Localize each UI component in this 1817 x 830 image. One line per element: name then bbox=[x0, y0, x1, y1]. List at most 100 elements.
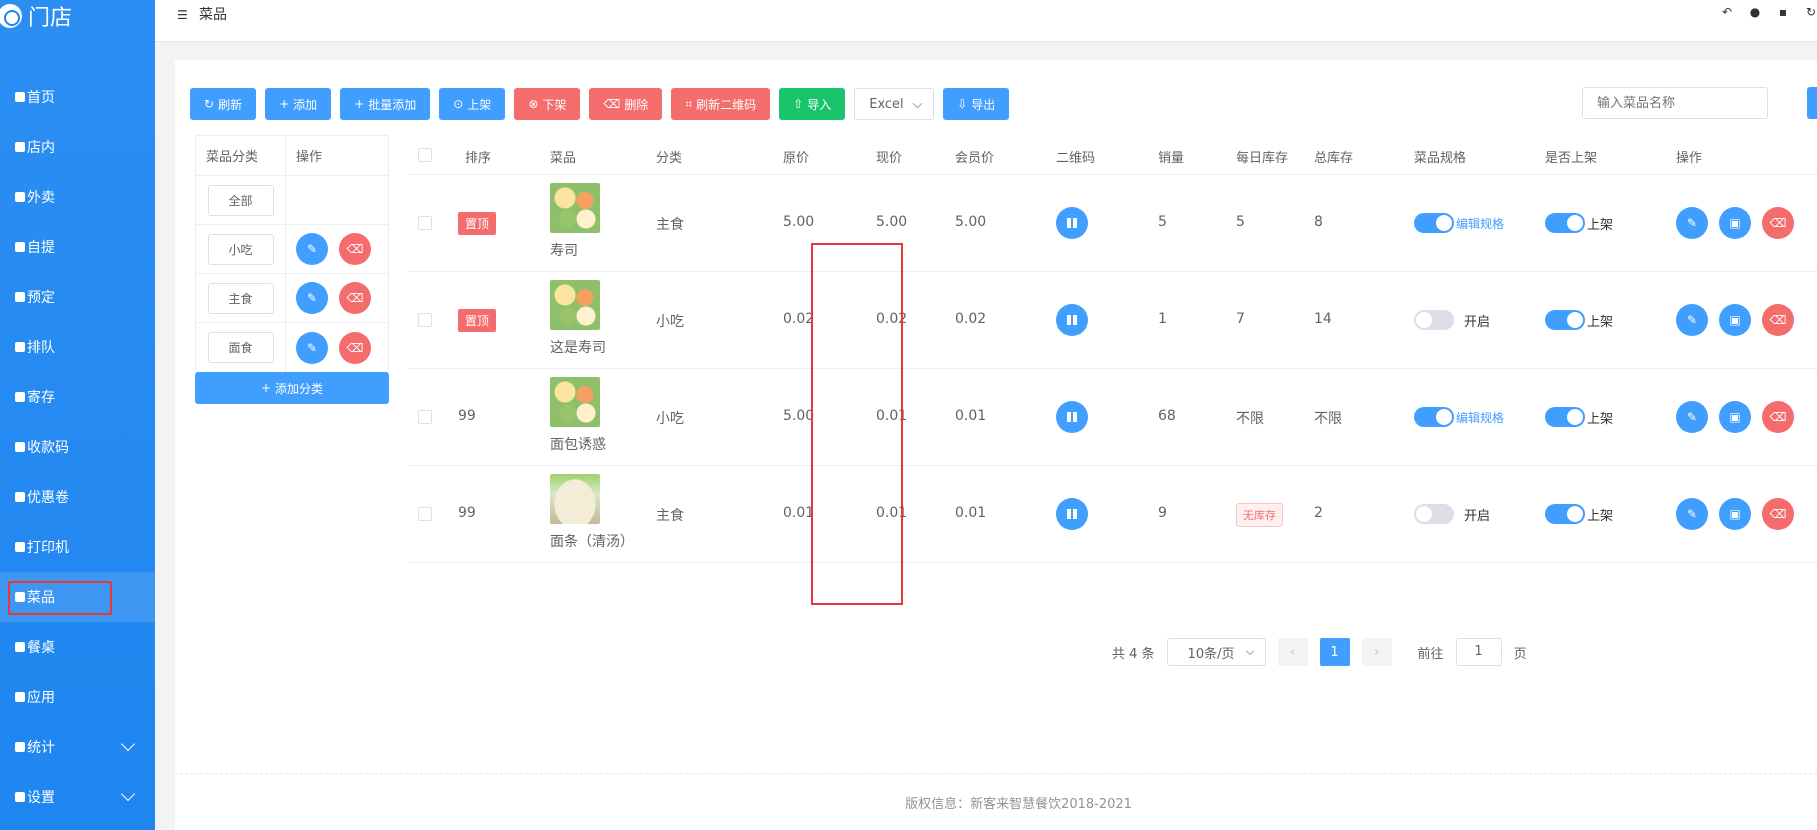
page-number-current[interactable]: 1 bbox=[1319, 638, 1350, 666]
qrcode-button[interactable] bbox=[1056, 498, 1088, 530]
shelf-label: 上架 bbox=[1587, 217, 1614, 233]
save-dish-button[interactable]: ▣ bbox=[1719, 401, 1751, 433]
category-button[interactable]: 面食 bbox=[207, 332, 274, 363]
delete-dish-button[interactable]: ⌫ bbox=[1762, 498, 1794, 530]
qrcode-icon bbox=[1067, 315, 1077, 325]
sidebar-item-6[interactable]: 寄存 bbox=[0, 372, 155, 422]
edit-category-button[interactable]: ✎ bbox=[296, 331, 328, 364]
edit-dish-button[interactable]: ✎ bbox=[1676, 304, 1708, 336]
category-button[interactable]: 主食 bbox=[207, 282, 274, 314]
import-button[interactable]: ⇧ 导入 bbox=[779, 88, 846, 120]
spec-label[interactable]: 编辑规格 bbox=[1456, 409, 1504, 426]
sidebar-item-13[interactable]: 统计 bbox=[0, 722, 155, 772]
sidebar-item-9[interactable]: 打印机 bbox=[0, 522, 155, 572]
qrcode-button[interactable] bbox=[1056, 207, 1088, 239]
total-stock: 14 bbox=[1314, 311, 1332, 327]
spec-toggle[interactable] bbox=[1414, 213, 1454, 233]
delete-dish-button[interactable]: ⌫ bbox=[1762, 304, 1794, 336]
spec-toggle[interactable] bbox=[1414, 407, 1454, 427]
shelf-toggle[interactable] bbox=[1545, 407, 1585, 427]
sidebar-item-11[interactable]: 餐桌 bbox=[0, 622, 155, 672]
save-icon: ▣ bbox=[1729, 216, 1741, 230]
edit-category-button[interactable]: ✎ bbox=[296, 233, 328, 265]
sidebar-item-3[interactable]: 自提 bbox=[0, 222, 155, 272]
qrcode-button[interactable] bbox=[1056, 304, 1088, 336]
delete-dish-button[interactable]: ⌫ bbox=[1762, 207, 1794, 239]
row-actions: ✎ ▣ ⌫ bbox=[1676, 498, 1794, 530]
sidebar-item-7[interactable]: 收款码 bbox=[0, 422, 155, 472]
select-all-checkbox[interactable] bbox=[418, 148, 432, 162]
shelf-toggle[interactable] bbox=[1545, 504, 1585, 524]
pin-top-tag[interactable]: 置顶 bbox=[458, 212, 497, 235]
storage-icon bbox=[15, 392, 25, 402]
sidebar-item-5[interactable]: 排队 bbox=[0, 322, 155, 372]
category-header-ops: 操作 bbox=[296, 150, 323, 165]
row-checkbox[interactable] bbox=[418, 313, 432, 327]
delete-category-button[interactable]: ⌫ bbox=[339, 233, 371, 265]
edit-category-button[interactable]: ✎ bbox=[296, 282, 328, 314]
delete-category-button[interactable]: ⌫ bbox=[339, 282, 371, 314]
sidebar-item-0[interactable]: 首页 bbox=[0, 72, 155, 122]
prev-page-button[interactable]: ‹ bbox=[1277, 638, 1308, 666]
add-button[interactable]: + 添加 bbox=[265, 88, 332, 120]
member-price: 0.02 bbox=[955, 311, 987, 327]
row-checkbox[interactable] bbox=[418, 507, 432, 521]
sidebar-item-2[interactable]: 外卖 bbox=[0, 172, 155, 222]
pin-top-tag[interactable]: 置顶 bbox=[458, 309, 497, 332]
category-button[interactable]: 全部 bbox=[207, 184, 274, 216]
on-shelf-button[interactable]: ⊙ 上架 bbox=[439, 88, 506, 120]
refresh-button[interactable]: ↻ 刷新 bbox=[190, 88, 257, 120]
back-icon[interactable]: ↶ bbox=[1721, 6, 1733, 18]
sidebar-item-12[interactable]: 应用 bbox=[0, 672, 155, 722]
page-suffix: 页 bbox=[1513, 646, 1527, 662]
delete-dish-button[interactable]: ⌫ bbox=[1762, 401, 1794, 433]
sidebar-item-10[interactable]: 菜品 bbox=[0, 572, 155, 622]
next-page-button[interactable]: › bbox=[1361, 638, 1392, 666]
format-select[interactable]: Excel bbox=[854, 88, 935, 120]
batch-add-button[interactable]: + 批量添加 bbox=[340, 88, 431, 120]
refresh-icon: ↻ bbox=[204, 97, 215, 111]
export-label: 导出 bbox=[971, 97, 996, 112]
shelf-label: 上架 bbox=[1587, 411, 1614, 427]
spec-label[interactable]: 编辑规格 bbox=[1456, 215, 1504, 232]
save-dish-button[interactable]: ▣ bbox=[1719, 207, 1751, 239]
add-category-button[interactable]: + 添加分类 bbox=[195, 372, 389, 404]
delete-button[interactable]: ⌫ 删除 bbox=[589, 88, 663, 120]
grid-icon[interactable]: ▪ bbox=[1777, 6, 1789, 18]
menu-toggle-icon[interactable]: ☰ bbox=[177, 8, 188, 22]
spec-toggle[interactable] bbox=[1414, 310, 1454, 330]
row-checkbox[interactable] bbox=[418, 216, 432, 230]
sidebar-item-4[interactable]: 预定 bbox=[0, 272, 155, 322]
category-button[interactable]: 小吃 bbox=[207, 233, 274, 265]
category-ops-cell: ✎ ⌫ bbox=[286, 225, 371, 273]
plus-icon: + bbox=[260, 381, 272, 395]
search-button[interactable] bbox=[1807, 87, 1817, 119]
search-input[interactable] bbox=[1582, 87, 1768, 119]
spec-toggle-wrap: 编辑规格 bbox=[1414, 407, 1504, 427]
save-dish-button[interactable]: ▣ bbox=[1719, 498, 1751, 530]
off-shelf-button[interactable]: ⊗ 下架 bbox=[514, 88, 581, 120]
reload-icon[interactable]: ↻ bbox=[1805, 6, 1817, 18]
delete-category-button[interactable]: ⌫ bbox=[339, 331, 371, 364]
edit-dish-button[interactable]: ✎ bbox=[1676, 498, 1708, 530]
shelf-toggle-wrap: 上架 bbox=[1545, 407, 1613, 427]
edit-dish-button[interactable]: ✎ bbox=[1676, 207, 1708, 239]
sidebar-item-8[interactable]: 优惠卷 bbox=[0, 472, 155, 522]
shelf-toggle[interactable] bbox=[1545, 213, 1585, 233]
shelf-toggle[interactable] bbox=[1545, 310, 1585, 330]
user-circle-icon[interactable]: ● bbox=[1749, 6, 1761, 18]
qrcode-button[interactable] bbox=[1056, 401, 1088, 433]
row-checkbox[interactable] bbox=[418, 410, 432, 424]
save-dish-button[interactable]: ▣ bbox=[1719, 304, 1751, 336]
sort-value: 99 bbox=[458, 408, 476, 424]
export-button[interactable]: ⇩ 导出 bbox=[943, 88, 1010, 120]
page-size-select[interactable]: 10条/页 bbox=[1166, 638, 1266, 666]
refresh-qr-button[interactable]: ⌗ 刷新二维码 bbox=[671, 88, 771, 120]
dish-name: 面条（清汤） bbox=[550, 534, 634, 550]
sidebar-item-1[interactable]: 店内 bbox=[0, 122, 155, 172]
header-category: 分类 bbox=[656, 151, 683, 166]
edit-dish-button[interactable]: ✎ bbox=[1676, 401, 1708, 433]
sidebar-item-label: 排队 bbox=[27, 340, 55, 356]
goto-page-input[interactable]: 1 bbox=[1455, 638, 1502, 666]
spec-toggle[interactable] bbox=[1414, 504, 1454, 524]
